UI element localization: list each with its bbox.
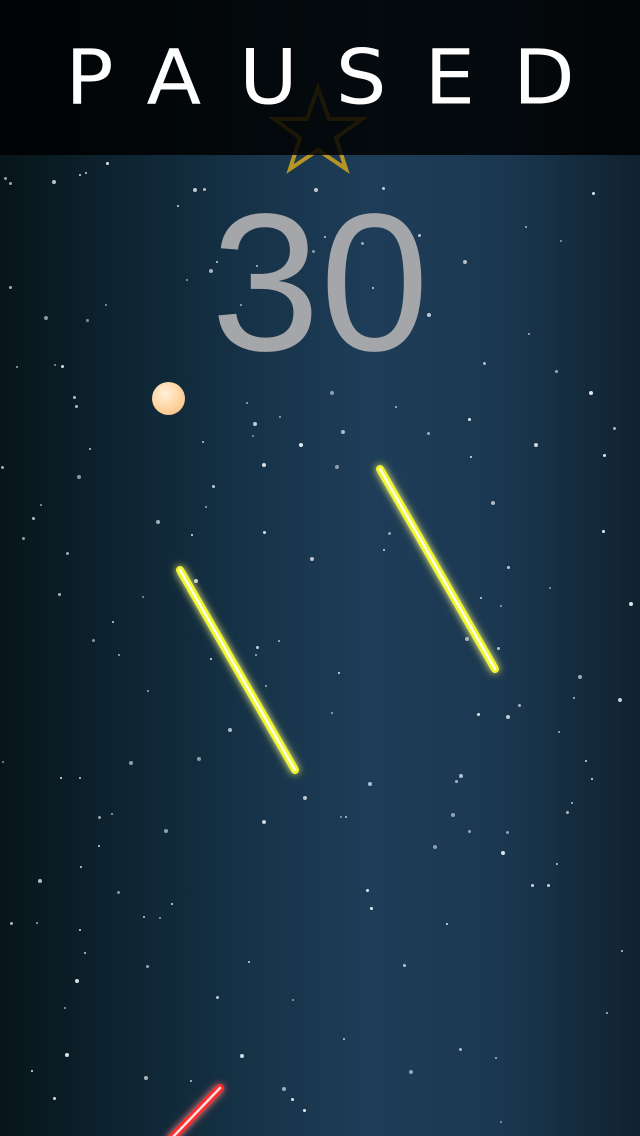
red-laser-bar	[168, 1084, 224, 1136]
score-counter: 30	[210, 173, 429, 392]
game-scene	[168, 0, 499, 1136]
yellow-laser-bar-left	[176, 566, 299, 774]
paused-label: PAUSED	[65, 32, 613, 122]
paused-banner[interactable]: PAUSED	[0, 0, 640, 155]
player-ball	[152, 382, 185, 415]
yellow-laser-bar-right	[376, 465, 499, 673]
